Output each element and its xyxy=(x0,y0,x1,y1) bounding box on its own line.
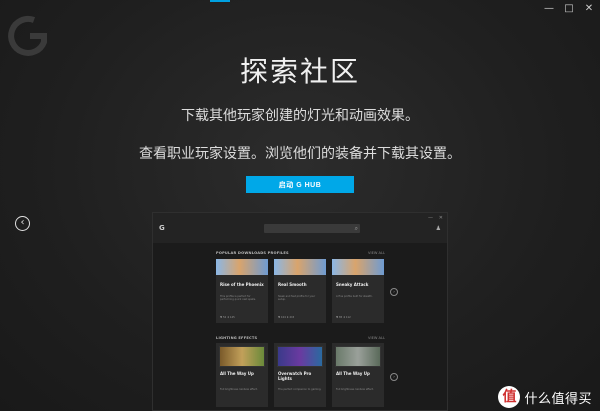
card-description: This profile is perfect for performing q… xyxy=(220,295,257,301)
preview-search-bar: ⌕ xyxy=(264,224,360,233)
watermark-text: 什么值得买 xyxy=(524,391,592,407)
card-thumbnail xyxy=(332,259,384,275)
watermark-badge: 值 xyxy=(498,386,521,408)
launch-ghub-button[interactable]: 启动 G HUB xyxy=(246,176,354,193)
card-description: Full brightness rainbow effect. xyxy=(336,388,374,391)
section-title-profiles: POPULAR DOWNLOADS PROFILES xyxy=(216,251,289,255)
card-title: Real Smooth xyxy=(278,282,307,287)
preview-header: G ⌕ — ✕ ♟ xyxy=(153,213,447,243)
card-description: Full brightness rainbow effect. xyxy=(220,388,258,391)
profile-card: Rise of the Phoenix This profile is perf… xyxy=(216,259,268,323)
preview-minimize-icon: — xyxy=(428,215,433,221)
lighting-card: All The Way Up Full brightness rainbow e… xyxy=(216,343,268,407)
section-view-all-profiles: VIEW ALL xyxy=(368,251,385,255)
window-controls: — □ ✕ xyxy=(542,2,596,16)
description-line-2: 查看职业玩家设置。浏览他们的装备并下载其设置。 xyxy=(139,146,461,162)
card-thumbnail xyxy=(216,259,268,275)
preview-logo: G xyxy=(159,224,165,232)
card-description: Sleek and fast profile for your setup. xyxy=(278,295,316,301)
preview-close-icon: ✕ xyxy=(438,215,443,221)
minimize-button[interactable]: — xyxy=(542,2,556,16)
search-icon: ⌕ xyxy=(354,225,358,232)
close-button[interactable]: ✕ xyxy=(582,2,596,16)
chevron-right-icon: › xyxy=(390,373,398,381)
keyboard-thumbnail xyxy=(335,346,381,367)
card-description: A fine profile built for stealth. xyxy=(336,295,373,298)
section-view-all-lighting: VIEW ALL xyxy=(368,336,385,340)
maximize-button[interactable]: □ xyxy=(562,2,576,16)
watermark: 值 什么值得买 xyxy=(498,383,592,411)
keyboard-thumbnail xyxy=(277,346,323,367)
profile-card: Sneaky Attack A fine profile built for s… xyxy=(332,259,384,323)
user-icon: ♟ xyxy=(435,225,441,232)
lighting-card: Overwatch Pro Lights The perfect compani… xyxy=(274,343,326,407)
page-title: 探索社区 xyxy=(239,55,360,88)
chevron-right-icon: › xyxy=(390,288,398,296)
card-meta: ♥ 52 ⬇ 145 xyxy=(220,316,235,319)
card-title: Overwatch Pro Lights xyxy=(278,371,312,381)
lighting-card: All The Way Up Full brightness rainbow e… xyxy=(332,343,384,407)
card-thumbnail xyxy=(274,259,326,275)
card-title: Sneaky Attack xyxy=(336,282,369,287)
card-title: All The Way Up xyxy=(336,371,370,376)
profile-card: Real Smooth Sleek and fast profile for y… xyxy=(274,259,326,323)
description-line-1: 下载其他玩家创建的灯光和动画效果。 xyxy=(181,108,419,124)
card-meta: ♥ 85 ⬇ 112 xyxy=(336,316,351,319)
card-title: Rise of the Phoenix xyxy=(220,282,264,287)
card-description: The perfect companion to gaming. xyxy=(278,388,322,391)
accent-tab-indicator xyxy=(210,0,230,2)
card-title: All The Way Up xyxy=(220,371,254,376)
section-title-lighting: LIGHTING EFFECTS xyxy=(216,336,258,340)
card-meta: ♥ 104 ⬇ 215 xyxy=(278,316,295,319)
chevron-left-icon: ‹ xyxy=(20,217,25,228)
keyboard-thumbnail xyxy=(219,346,265,367)
app-preview-screenshot: G ⌕ — ✕ ♟ POPULAR DOWNLOADS PROFILES VIE… xyxy=(152,212,448,411)
carousel-prev-button[interactable]: ‹ xyxy=(15,216,30,231)
